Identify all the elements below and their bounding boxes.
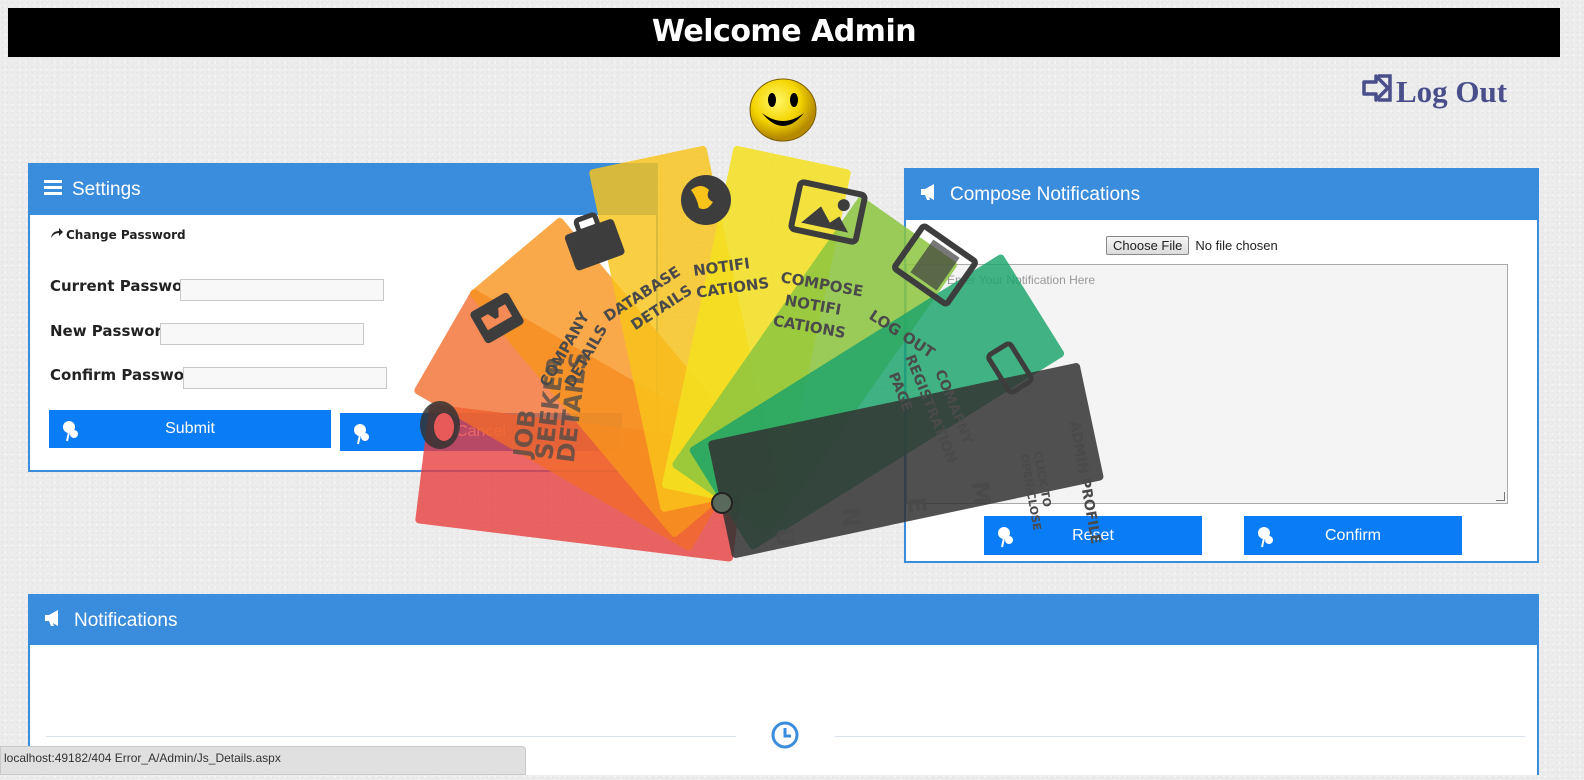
notifications-header: Notifications — [30, 596, 1537, 645]
pushpin-icon — [61, 420, 81, 442]
settings-header: Settings — [30, 165, 656, 215]
globe-icon — [681, 175, 731, 225]
pushpin-icon — [352, 423, 372, 445]
pushpin-icon — [1256, 526, 1276, 548]
confirm-button[interactable]: Confirm — [1244, 516, 1462, 555]
status-bar: localhost:49182/404 Error_A/Admin/Js_Det… — [0, 746, 526, 775]
no-file-text: No file chosen — [1195, 238, 1278, 253]
status-url: localhost:49182/404 Error_A/Admin/Js_Det… — [4, 751, 281, 765]
compose-panel: Compose Notifications Choose File No fil… — [904, 168, 1539, 563]
change-password-heading: Change Password — [50, 227, 186, 242]
menu-letter-u: U — [770, 526, 800, 548]
menu-letter-n: N — [836, 506, 866, 528]
clock-icon — [771, 721, 799, 749]
share-arrow-icon — [50, 227, 64, 242]
confirm-password-input[interactable] — [183, 367, 387, 389]
new-password-input[interactable] — [160, 323, 364, 345]
cancel-button[interactable]: Cancel — [340, 413, 622, 451]
reset-button[interactable]: Reset — [984, 516, 1202, 555]
fan-item-compose-notifications[interactable] — [661, 145, 851, 512]
menu-bars-icon — [44, 179, 62, 201]
confirm-label: Confirm — [1324, 526, 1381, 544]
pushpin-icon — [996, 526, 1016, 548]
compose-title: Compose Notifications — [950, 184, 1141, 205]
reset-label: Reset — [1072, 526, 1114, 544]
resize-handle[interactable] — [1496, 492, 1505, 501]
choose-file-button[interactable]: Choose File — [1106, 236, 1190, 255]
compose-header: Compose Notifications — [906, 170, 1537, 220]
submit-button[interactable]: Submit — [49, 410, 331, 448]
welcome-title: Welcome Admin — [651, 14, 917, 49]
sign-out-icon — [1362, 74, 1394, 110]
fan-label-notifications: NOTIFICATIONS — [692, 252, 770, 302]
smiley-icon — [748, 77, 818, 143]
textarea-placeholder: Enter Your Notification Here — [947, 273, 1096, 287]
timeline-divider-left — [46, 736, 736, 737]
logout-label: Log Out — [1396, 74, 1508, 109]
image-icon — [788, 179, 868, 245]
timeline-divider-right — [835, 736, 1525, 737]
submit-label: Submit — [165, 420, 215, 437]
notifications-title: Notifications — [74, 609, 178, 631]
cancel-label: Cancel — [456, 423, 506, 440]
settings-panel: Settings Change Password Current Passwor… — [28, 163, 658, 472]
fan-label-compose-notifications: COMPOSENOTIFICATIONS — [772, 268, 865, 344]
change-password-label: Change Password — [66, 227, 186, 242]
logout-link[interactable]: Log Out — [1362, 74, 1507, 110]
page-header: Welcome Admin — [8, 8, 1560, 57]
megaphone-icon — [920, 183, 940, 207]
current-password-input[interactable] — [180, 279, 384, 301]
notification-textarea[interactable]: Enter Your Notification Here — [906, 264, 1508, 504]
file-upload: Choose File No file chosen — [1106, 236, 1278, 255]
settings-title: Settings — [72, 179, 141, 200]
fan-pivot — [711, 492, 733, 514]
megaphone-icon — [44, 609, 64, 633]
